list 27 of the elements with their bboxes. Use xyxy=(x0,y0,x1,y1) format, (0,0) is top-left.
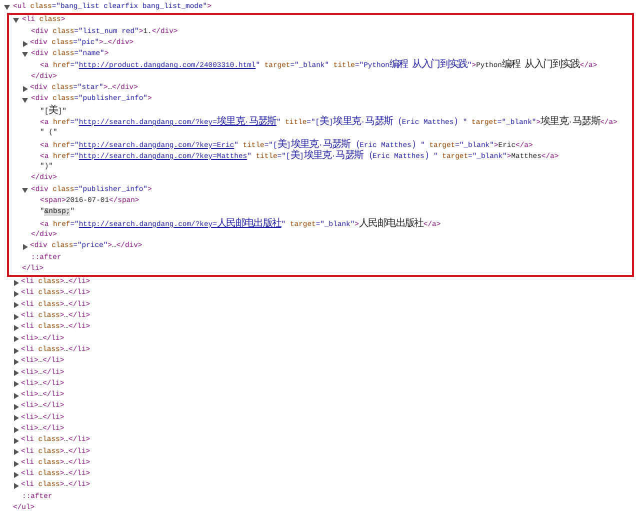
collapse-triangle-icon[interactable] xyxy=(4,5,10,10)
expand-triangle-icon[interactable] xyxy=(23,244,28,250)
expand-triangle-icon[interactable] xyxy=(14,348,19,354)
expand-triangle-icon[interactable] xyxy=(23,86,28,92)
collapse-triangle-icon[interactable] xyxy=(22,188,28,193)
expand-triangle-icon[interactable] xyxy=(14,438,19,444)
expand-triangle-icon[interactable] xyxy=(14,324,19,331)
expand-triangle-icon[interactable] xyxy=(14,415,19,422)
expand-triangle-icon[interactable] xyxy=(14,370,19,376)
expand-triangle-icon[interactable] xyxy=(14,404,19,410)
collapse-triangle-icon[interactable] xyxy=(22,52,28,58)
expand-triangle-icon[interactable] xyxy=(14,392,19,399)
collapse-triangle-icon[interactable] xyxy=(13,18,19,24)
expand-triangle-icon[interactable] xyxy=(14,358,19,365)
expand-triangle-icon[interactable] xyxy=(14,314,19,320)
expand-triangle-icon[interactable] xyxy=(14,460,19,467)
collapse-triangle-icon[interactable] xyxy=(22,98,28,103)
expand-triangle-icon[interactable] xyxy=(14,483,19,490)
expand-triangle-icon[interactable] xyxy=(14,472,19,478)
expand-triangle-icon[interactable] xyxy=(14,449,19,456)
expand-triangle-icon[interactable] xyxy=(14,302,19,308)
expand-triangle-icon[interactable] xyxy=(14,291,19,298)
expand-triangle-icon[interactable] xyxy=(14,280,19,286)
expand-triangle-icon[interactable] xyxy=(23,40,28,47)
expand-triangle-icon[interactable] xyxy=(14,336,19,342)
expand-triangle-icon[interactable] xyxy=(14,426,19,433)
expand-triangle-icon[interactable] xyxy=(14,381,19,388)
